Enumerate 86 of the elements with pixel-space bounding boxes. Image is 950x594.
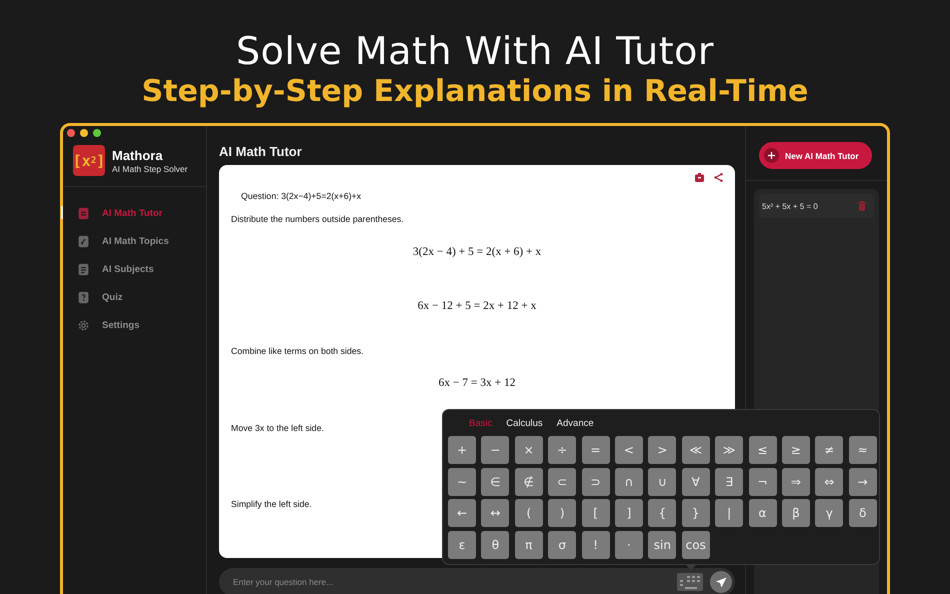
step-text: Move 3x to the left side. xyxy=(231,422,324,434)
key-button[interactable]: ~ xyxy=(448,468,476,496)
history-text: 5x² + 5x + 5 = 0 xyxy=(762,202,818,210)
key-button[interactable]: ) xyxy=(548,499,576,527)
question-text: Question: 3(2x−4)+5=2(x+6)+x xyxy=(241,190,362,202)
key-button[interactable]: [ xyxy=(582,499,610,527)
key-button[interactable]: { xyxy=(648,499,676,527)
key-button[interactable]: − xyxy=(481,436,510,464)
key-button[interactable]: ] xyxy=(614,499,643,527)
share-icon[interactable] xyxy=(714,173,723,182)
nav-icon xyxy=(77,234,90,248)
keypad-tab[interactable]: Calculus xyxy=(506,418,543,433)
step-text: Combine like terms on both sides. xyxy=(231,345,364,357)
nav-icon xyxy=(77,262,90,276)
nav-icon xyxy=(77,291,90,304)
zoom-button[interactable] xyxy=(93,129,101,137)
math-keyboard-icon[interactable] xyxy=(677,573,703,591)
app-name: Mathora xyxy=(112,148,164,164)
new-tutor-button[interactable]: New AI Math Tutor xyxy=(759,142,872,169)
nav-item[interactable]: AI Math Tutor xyxy=(63,203,206,223)
key-button[interactable]: ⊃ xyxy=(582,468,610,496)
key-button[interactable]: ← xyxy=(448,499,476,527)
key-button[interactable]: θ xyxy=(481,530,510,558)
key-button[interactable]: δ xyxy=(848,499,877,527)
key-button[interactable]: ∀ xyxy=(682,468,710,496)
key-button[interactable]: ≤ xyxy=(748,436,777,464)
key-button[interactable]: ! xyxy=(582,530,610,558)
key-button[interactable]: × xyxy=(514,436,543,464)
plus-icon xyxy=(764,148,779,163)
history-item[interactable]: 5x² + 5x + 5 = 0 xyxy=(759,194,874,218)
key-button[interactable]: ≪ xyxy=(682,436,710,464)
key-button[interactable]: · xyxy=(614,530,643,558)
key-button[interactable]: ( xyxy=(514,499,543,527)
key-button[interactable]: ÷ xyxy=(548,436,576,464)
key-button[interactable]: ↔ xyxy=(481,499,510,527)
key-button[interactable]: σ xyxy=(548,530,576,558)
close-button[interactable] xyxy=(67,129,75,137)
key-button[interactable]: } xyxy=(682,499,710,527)
send-icon xyxy=(716,576,726,588)
key-button[interactable]: → xyxy=(848,468,877,496)
app-tagline: AI Math Step Solver xyxy=(112,164,188,174)
key-button[interactable]: ≥ xyxy=(782,436,810,464)
key-button[interactable]: ⇒ xyxy=(782,468,810,496)
keypad-tab[interactable]: Advance xyxy=(556,418,594,433)
headline: Solve Math With AI Tutor xyxy=(236,29,714,73)
nav-item[interactable]: Settings xyxy=(63,316,206,336)
key-button[interactable]: α xyxy=(748,499,777,527)
nav-item[interactable]: AI Math Topics xyxy=(63,231,206,252)
app-logo: [x$^{2}$] xyxy=(73,145,105,176)
key-button[interactable]: ∪ xyxy=(648,468,676,496)
key-button[interactable]: ε xyxy=(448,530,476,558)
keypad-tab[interactable]: Basic xyxy=(469,418,492,433)
key-button[interactable]: γ xyxy=(815,499,844,527)
key-button[interactable]: cos xyxy=(682,530,710,558)
key-button[interactable]: ∃ xyxy=(715,468,744,496)
page-title: AI Math Tutor xyxy=(219,144,303,159)
question-field[interactable]: Enter your question here... xyxy=(219,568,735,594)
equation: 6x − 7 = 3x + 12 xyxy=(438,377,516,389)
minimize-button[interactable] xyxy=(80,129,88,137)
key-button[interactable]: ⊂ xyxy=(548,468,576,496)
key-button[interactable]: < xyxy=(614,436,643,464)
key-button[interactable]: π xyxy=(514,530,543,558)
key-button[interactable]: ≈ xyxy=(848,436,877,464)
key-button[interactable]: ∩ xyxy=(614,468,643,496)
nav-item[interactable]: AI Subjects xyxy=(63,259,206,280)
nav-item[interactable]: Quiz xyxy=(63,288,206,308)
equation: 3(2x − 4) + 5 = 2(x + 6) + x xyxy=(412,246,542,258)
key-button[interactable]: ¬ xyxy=(748,468,777,496)
key-button[interactable]: = xyxy=(582,436,610,464)
step-text: Distribute the numbers outside parentheses. xyxy=(231,213,404,225)
nav-icon xyxy=(77,319,90,332)
key-button[interactable]: sin xyxy=(648,530,676,558)
nav-icon xyxy=(77,206,90,220)
key-button[interactable]: | xyxy=(715,499,744,527)
key-button[interactable]: ≫ xyxy=(715,436,744,464)
key-button[interactable]: ∉ xyxy=(514,468,543,496)
subheadline: Step-by-Step Explanations in Real-Time xyxy=(142,73,808,111)
key-button[interactable]: ≠ xyxy=(815,436,844,464)
key-button[interactable]: ∈ xyxy=(481,468,510,496)
equation: 6x − 12 + 5 = 2x + 12 + x xyxy=(418,300,536,312)
step-text: Simplify the left side. xyxy=(231,498,312,510)
key-button[interactable]: + xyxy=(448,436,476,464)
key-button[interactable]: β xyxy=(782,499,810,527)
key-button[interactable]: > xyxy=(648,436,676,464)
key-button[interactable]: ⇔ xyxy=(815,468,844,496)
save-icon[interactable] xyxy=(695,173,704,182)
